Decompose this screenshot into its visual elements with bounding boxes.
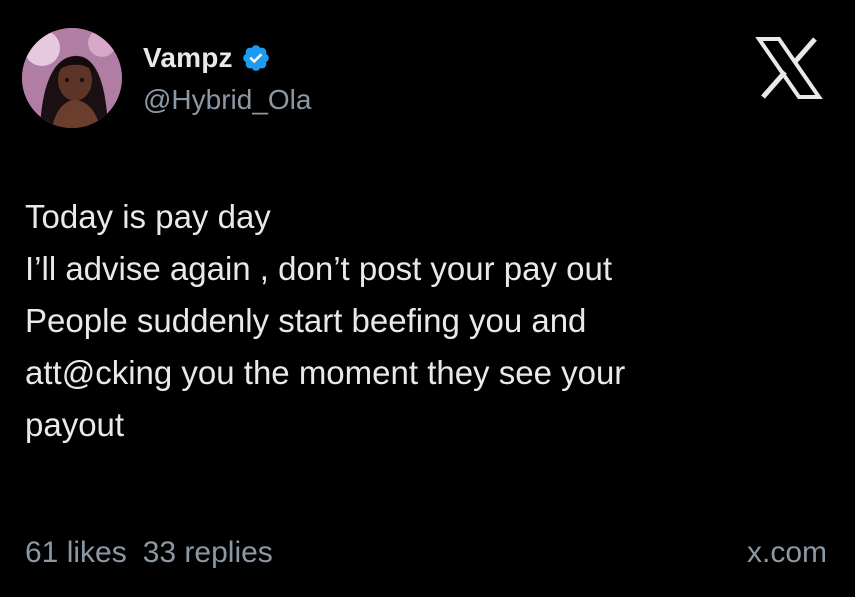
author-handle[interactable]: @Hybrid_Ola <box>143 84 311 116</box>
source-link[interactable]: x.com <box>747 536 827 570</box>
tweet-line: People suddenly start beefing you and <box>25 302 587 339</box>
avatar-image <box>22 28 122 128</box>
author-display-name[interactable]: Vampz <box>143 42 233 74</box>
tweet-stats: 61 likes 33 replies <box>25 536 273 570</box>
tweet-line: att@cking you the moment they see your <box>25 354 626 391</box>
author-name-row: Vampz <box>143 42 271 74</box>
tweet-text: Today is pay day I’ll advise again , don… <box>25 191 825 451</box>
tweet-card[interactable]: Vampz @Hybrid_Ola Today is pay day I’ll … <box>0 0 855 597</box>
tweet-line: payout <box>25 406 125 443</box>
verified-badge-icon <box>241 43 271 73</box>
replies-count[interactable]: 33 replies <box>143 536 273 570</box>
x-logo-icon[interactable] <box>755 36 823 100</box>
tweet-line: Today is pay day <box>25 198 271 235</box>
likes-count[interactable]: 61 likes <box>25 536 127 570</box>
avatar[interactable] <box>22 28 122 128</box>
tweet-line: I’ll advise again , don’t post your pay … <box>25 250 613 287</box>
